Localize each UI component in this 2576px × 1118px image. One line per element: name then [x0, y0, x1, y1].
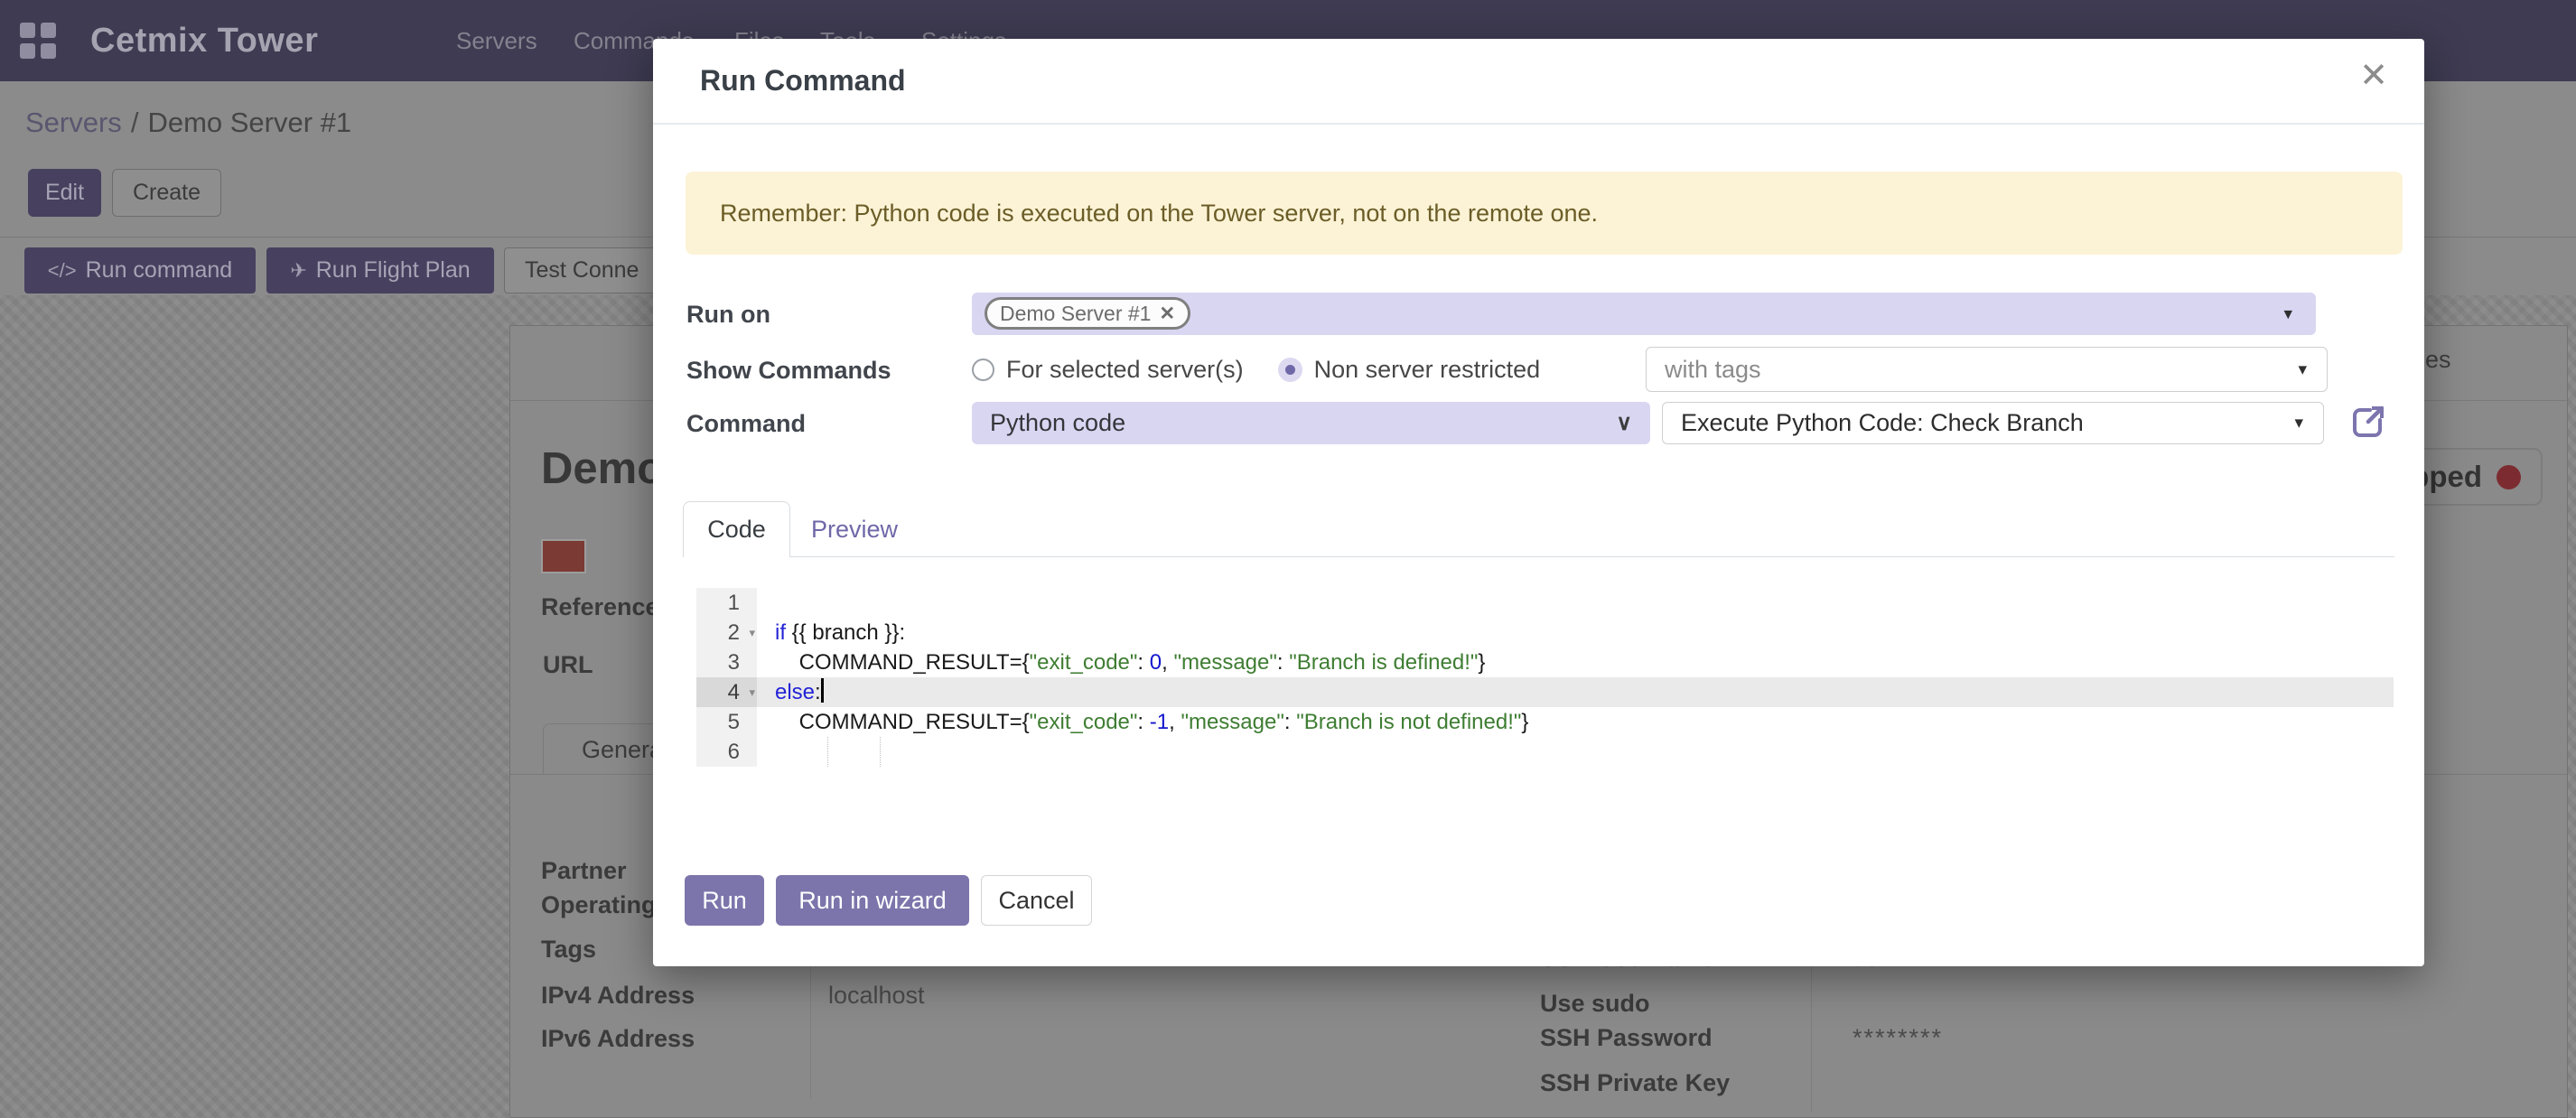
tab-preview[interactable]: Preview — [796, 501, 913, 557]
code-editor[interactable]: 12▾34▾56 if {{ branch }}: COMMAND_RESULT… — [696, 588, 2394, 769]
create-button[interactable]: Create — [112, 169, 221, 217]
status-stopped-dot — [2497, 465, 2521, 489]
run-on-dropdown-caret[interactable]: ▾ — [2283, 303, 2292, 324]
ipv4-label: IPv4 Address — [541, 982, 695, 1010]
chip-remove-icon[interactable]: ✕ — [1159, 303, 1175, 325]
server-color-swatch[interactable] — [543, 541, 584, 572]
tab-bar-divider — [683, 556, 2394, 557]
indent-guide — [827, 737, 828, 767]
code-line[interactable] — [757, 737, 2394, 767]
gutter-line-number[interactable]: 4▾ — [696, 677, 757, 707]
run-flight-plan-button[interactable]: ✈ Run Flight Plan — [266, 247, 494, 293]
url-label: URL — [543, 651, 593, 679]
breadcrumb: Servers/Demo Server #1 — [25, 107, 351, 139]
radio-non-server-restricted[interactable]: Non server restricted — [1278, 356, 1541, 384]
code-line[interactable]: else: — [757, 677, 2394, 707]
operating-label: Operating — [541, 891, 657, 919]
apps-grid-icon[interactable] — [20, 23, 56, 59]
radio-on-icon[interactable] — [1278, 358, 1302, 382]
use-sudo-label: Use sudo — [1540, 990, 1650, 1018]
cancel-button[interactable]: Cancel — [981, 875, 1092, 926]
close-icon[interactable]: ✕ — [2359, 59, 2388, 93]
ssh-private-key-label: SSH Private Key — [1540, 1069, 1730, 1097]
breadcrumb-separator: / — [122, 107, 148, 138]
gutter-line-number[interactable]: 6 — [696, 737, 757, 767]
app-brand[interactable]: Cetmix Tower — [90, 0, 318, 81]
fold-toggle-icon[interactable]: ▾ — [749, 677, 755, 707]
run-command-modal: Run Command ✕ Remember: Python code is e… — [653, 39, 2424, 966]
ipv6-label: IPv6 Address — [541, 1025, 695, 1053]
plane-icon: ✈ — [290, 259, 306, 283]
ssh-password-label: SSH Password — [1540, 1024, 1713, 1052]
partner-label: Partner — [541, 857, 627, 885]
code-line[interactable] — [757, 588, 2394, 618]
edit-button[interactable]: Edit — [28, 169, 101, 217]
gutter-line-number[interactable]: 5 — [696, 707, 757, 737]
text-cursor — [821, 678, 824, 703]
tags-label: Tags — [541, 936, 596, 964]
gutter-line-number[interactable]: 1 — [696, 588, 757, 618]
command-label: Command — [686, 410, 806, 438]
command-type-select[interactable]: Python code ∨ — [972, 402, 1650, 444]
command-select[interactable]: Execute Python Code: Check Branch ▾ — [1662, 402, 2324, 444]
run-on-label: Run on — [686, 301, 770, 329]
gutter-line-number[interactable]: 3 — [696, 648, 757, 677]
type-chevron-icon: ∨ — [1616, 410, 1632, 436]
smart-button-partial[interactable]: es — [2425, 346, 2451, 374]
editor-lines: if {{ branch }}: COMMAND_RESULT={"exit_c… — [757, 588, 2394, 767]
external-link-icon[interactable] — [2348, 402, 2388, 442]
fold-toggle-icon[interactable]: ▾ — [749, 618, 755, 648]
radio-for-selected-servers[interactable]: For selected server(s) — [972, 356, 1244, 384]
python-warning-alert: Remember: Python code is executed on the… — [686, 172, 2403, 255]
code-line[interactable]: COMMAND_RESULT={"exit_code": 0, "message… — [757, 648, 2394, 677]
modal-title: Run Command — [700, 39, 906, 123]
modal-header: Run Command ✕ — [653, 39, 2424, 125]
reference-label: Reference — [541, 593, 659, 621]
breadcrumb-current: Demo Server #1 — [147, 107, 351, 138]
screen: Cetmix Tower Servers Commands Files Tool… — [0, 0, 2576, 1118]
code-line[interactable]: if {{ branch }}: — [757, 618, 2394, 648]
editor-gutter: 12▾34▾56 — [696, 588, 757, 767]
gutter-line-number[interactable]: 2▾ — [696, 618, 757, 648]
code-icon: </> — [48, 259, 77, 283]
run-on-field[interactable]: Demo Server #1 ✕ ▾ — [972, 293, 2316, 335]
run-button[interactable]: Run — [685, 875, 764, 926]
nav-item-servers[interactable]: Servers — [456, 0, 537, 81]
show-commands-label: Show Commands — [686, 357, 891, 385]
tags-select[interactable]: with tags ▾ — [1646, 347, 2328, 392]
run-in-wizard-button[interactable]: Run in wizard — [776, 875, 969, 926]
command-caret-icon: ▾ — [2294, 413, 2303, 433]
show-commands-radios: For selected server(s) Non server restri… — [972, 347, 1540, 392]
ipv4-value: localhost — [828, 982, 925, 1010]
tab-code[interactable]: Code — [683, 501, 790, 557]
radio-off-icon[interactable] — [972, 359, 994, 381]
ssh-password-value: ******** — [1853, 1024, 1943, 1052]
code-line[interactable]: COMMAND_RESULT={"exit_code": -1, "messag… — [757, 707, 2394, 737]
server-chip: Demo Server #1 ✕ — [985, 297, 1190, 330]
tags-caret-icon: ▾ — [2298, 359, 2307, 380]
run-command-button[interactable]: </> Run command — [24, 247, 256, 293]
breadcrumb-servers-link[interactable]: Servers — [25, 107, 122, 138]
indent-guide — [880, 737, 881, 767]
server-title: Demo — [541, 443, 664, 494]
